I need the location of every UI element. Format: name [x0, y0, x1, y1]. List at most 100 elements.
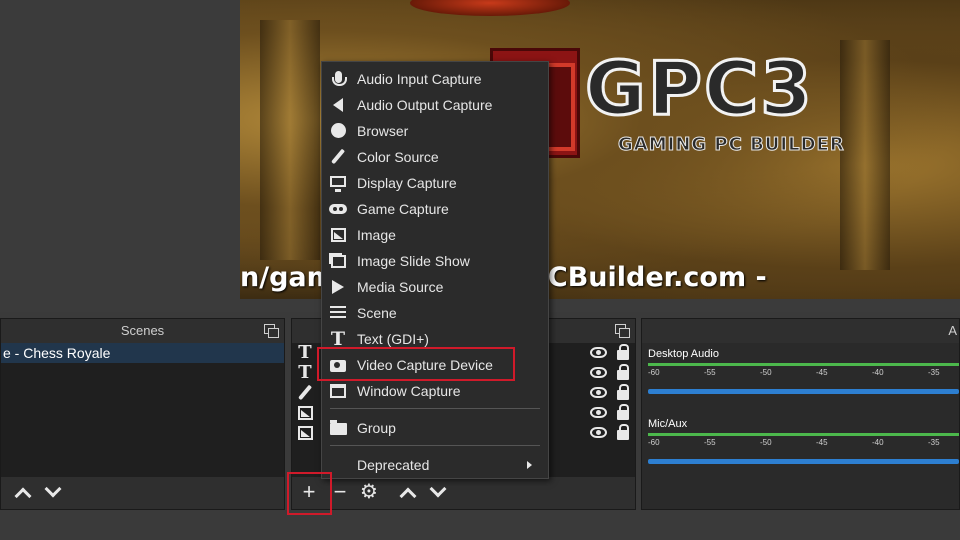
image-icon	[329, 226, 347, 244]
lock-icon[interactable]	[617, 344, 629, 360]
menu-item-browser[interactable]: Browser	[322, 118, 548, 144]
menu-item-label: Image Slide Show	[357, 253, 470, 269]
volume-slider[interactable]	[648, 459, 959, 464]
menu-item-media-source[interactable]: Media Source	[322, 274, 548, 300]
audio-mixer-title: A	[642, 319, 959, 343]
status-bar	[0, 512, 960, 540]
menu-item-audio-input-capture[interactable]: Audio Input Capture	[322, 66, 548, 92]
move-scene-up-icon[interactable]	[14, 487, 32, 505]
menu-item-label: Display Capture	[357, 175, 457, 191]
image-icon	[296, 404, 314, 422]
menu-item-window-capture[interactable]: Window Capture	[322, 378, 548, 404]
text-icon: T	[298, 362, 312, 383]
gamepad-icon	[329, 200, 347, 218]
color-source-icon	[296, 384, 314, 402]
menu-item-label: Audio Output Capture	[357, 97, 493, 113]
menu-separator	[330, 445, 540, 446]
menu-item-label: Group	[357, 420, 396, 436]
window-icon	[329, 382, 347, 400]
list-icon	[329, 304, 347, 322]
scenes-list: e - Chess Royale	[1, 343, 284, 477]
audio-channel: Mic/Aux -60 -55 -50 -45 -40 -35	[648, 417, 959, 477]
speaker-icon	[329, 96, 347, 114]
audio-mixer-body: Desktop Audio -60 -55 -50 -45 -40 -35 Mi…	[642, 343, 959, 509]
meter-tick: -35	[928, 368, 940, 377]
menu-item-label: Game Capture	[357, 201, 449, 217]
menu-item-deprecated[interactable]: Deprecated	[322, 452, 548, 478]
add-source-context-menu: Audio Input Capture Audio Output Capture…	[321, 61, 549, 479]
volume-meter: -60 -55 -50 -45 -40 -35	[648, 433, 959, 447]
menu-item-color-source[interactable]: Color Source	[322, 144, 548, 170]
channel-name: Desktop Audio	[648, 348, 719, 360]
meter-tick: -40	[872, 368, 884, 377]
text-icon: T	[298, 342, 312, 363]
menu-item-label: Window Capture	[357, 383, 461, 399]
folder-icon	[329, 419, 347, 437]
visibility-eye-icon[interactable]	[590, 427, 607, 438]
meter-tick: -35	[928, 438, 940, 447]
move-source-up-icon[interactable]	[399, 487, 417, 505]
top-artwork	[410, 0, 570, 16]
volume-meter: -60 -55 -50 -45 -40 -35	[648, 363, 959, 377]
undock-icon[interactable]	[264, 324, 279, 338]
play-icon	[329, 278, 347, 296]
menu-item-audio-output-capture[interactable]: Audio Output Capture	[322, 92, 548, 118]
menu-item-image-slide-show[interactable]: Image Slide Show	[322, 248, 548, 274]
background-statue	[260, 20, 320, 260]
microphone-icon	[329, 70, 347, 88]
menu-item-label: Media Source	[357, 279, 444, 295]
lock-icon[interactable]	[617, 404, 629, 420]
menu-item-label: Scene	[357, 305, 397, 321]
sources-toolbar: + − ⚙	[292, 477, 635, 509]
visibility-eye-icon[interactable]	[590, 407, 607, 418]
remove-source-button[interactable]: −	[330, 481, 350, 503]
image-icon	[296, 424, 314, 442]
menu-item-scene[interactable]: Scene	[322, 300, 548, 326]
menu-item-group[interactable]: Group	[322, 415, 548, 441]
move-source-down-icon[interactable]	[429, 480, 447, 498]
lock-icon[interactable]	[617, 384, 629, 400]
meter-tick: -55	[704, 438, 716, 447]
menu-item-label: Deprecated	[357, 457, 430, 473]
menu-item-text-gdi[interactable]: T Text (GDI+)	[322, 326, 548, 352]
submenu-arrow-icon	[527, 461, 532, 469]
visibility-eye-icon[interactable]	[590, 367, 607, 378]
menu-item-video-capture-device[interactable]: Video Capture Device	[322, 352, 548, 378]
meter-tick: -60	[648, 368, 660, 377]
scenes-dock: Scenes e - Chess Royale	[0, 318, 285, 510]
scenes-title: Scenes	[1, 319, 284, 343]
menu-item-label: Audio Input Capture	[357, 71, 482, 87]
menu-item-image[interactable]: Image	[322, 222, 548, 248]
volume-slider[interactable]	[648, 389, 959, 394]
menu-item-display-capture[interactable]: Display Capture	[322, 170, 548, 196]
scene-item[interactable]: e - Chess Royale	[1, 343, 284, 363]
camera-icon	[329, 356, 347, 374]
monitor-icon	[329, 174, 347, 192]
menu-separator	[330, 408, 540, 409]
move-scene-down-icon[interactable]	[44, 480, 62, 498]
meter-tick: -40	[872, 438, 884, 447]
paintbrush-icon	[329, 148, 347, 166]
audio-channel: Desktop Audio -60 -55 -50 -45 -40 -35	[648, 347, 959, 407]
menu-item-label: Browser	[357, 123, 409, 139]
menu-item-label: Text (GDI+)	[357, 331, 429, 347]
menu-item-label: Image	[357, 227, 396, 243]
menu-item-label: Video Capture Device	[357, 357, 493, 373]
slideshow-icon	[329, 252, 347, 270]
meter-tick: -45	[816, 438, 828, 447]
menu-item-label: Color Source	[357, 149, 439, 165]
visibility-eye-icon[interactable]	[590, 387, 607, 398]
meter-tick: -50	[760, 368, 772, 377]
lock-icon[interactable]	[617, 364, 629, 380]
logo-subtitle: GAMING PC BUILDER	[618, 134, 845, 156]
globe-icon	[329, 122, 347, 140]
visibility-eye-icon[interactable]	[590, 347, 607, 358]
logo-text: GPC3	[584, 46, 814, 132]
add-source-button[interactable]: +	[297, 481, 321, 503]
menu-item-game-capture[interactable]: Game Capture	[322, 196, 548, 222]
channel-name: Mic/Aux	[648, 418, 688, 430]
undock-icon[interactable]	[615, 324, 630, 338]
meter-tick: -60	[648, 438, 660, 447]
lock-icon[interactable]	[617, 424, 629, 440]
source-properties-gear-icon[interactable]: ⚙	[358, 481, 380, 503]
